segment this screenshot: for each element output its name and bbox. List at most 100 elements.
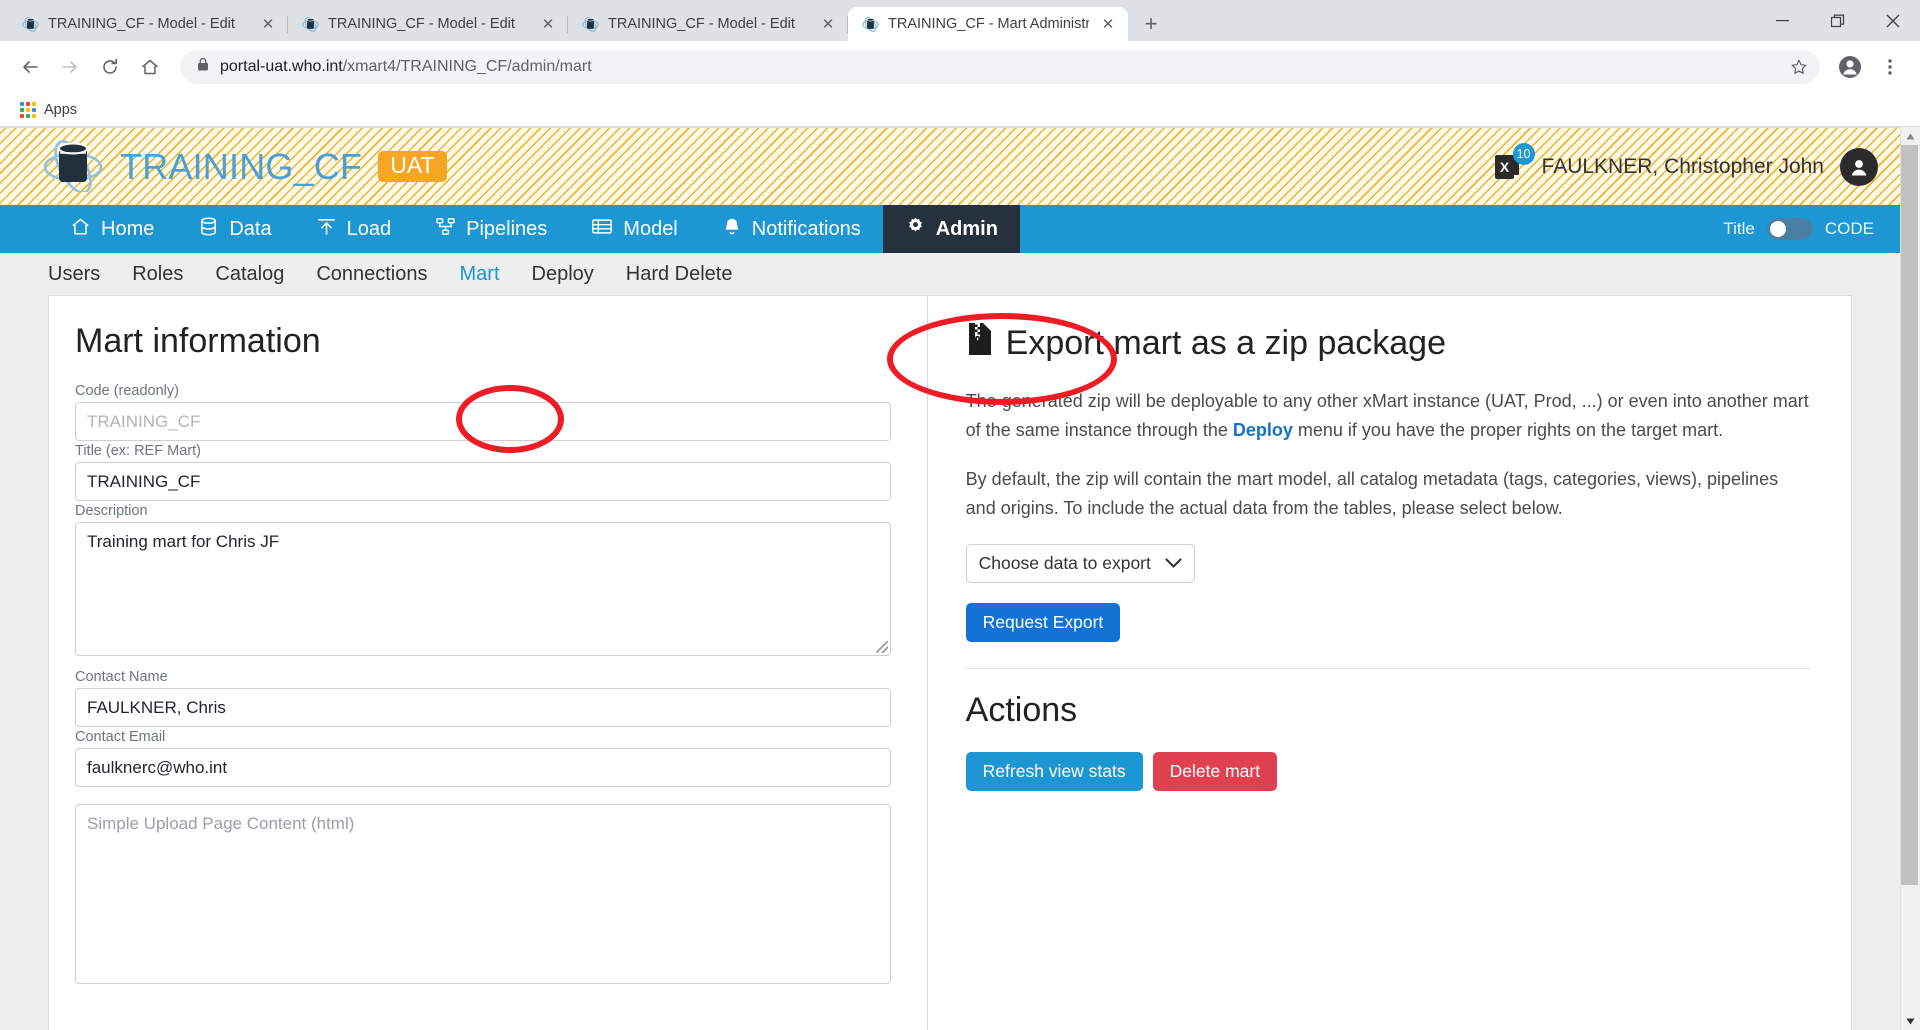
toggle-label-code: CODE (1824, 219, 1874, 238)
scrollbar-track[interactable] (1900, 145, 1920, 1012)
url-text: portal-uat.who.int/xmart4/TRAINING_CF/ad… (220, 57, 1776, 77)
choose-data-select[interactable]: Choose data to export (965, 543, 1195, 583)
bookmark-star-icon[interactable] (1786, 54, 1812, 80)
nav-item-pipelines[interactable]: Pipelines (413, 205, 569, 253)
table-icon (591, 216, 613, 243)
subnav-item-mart[interactable]: Mart (460, 263, 500, 286)
bookmark-apps[interactable]: Apps (14, 99, 83, 121)
upload-icon (316, 216, 337, 243)
page-viewport: TRAINING_CF UAT X 10 FAULKNER, Christoph… (0, 127, 1920, 1030)
title-input[interactable]: TRAINING_CF (75, 462, 891, 501)
excel-export-icon[interactable]: X 10 (1492, 142, 1535, 184)
nav-item-home[interactable]: Home (48, 205, 176, 253)
back-button[interactable] (12, 49, 48, 85)
close-window-button[interactable] (1865, 0, 1920, 41)
page-scrollbar[interactable] (1900, 127, 1920, 1030)
bookmark-label: Apps (44, 101, 78, 118)
description-textarea[interactable]: Training mart for Chris JF (75, 522, 891, 656)
browser-menu-button[interactable] (1872, 49, 1908, 85)
export-title-text: Export mart as a zip package (1005, 324, 1446, 362)
browser-tab[interactable]: TRAINING_CF - Model - Edit ✕ (8, 7, 288, 41)
xmart-favicon (862, 16, 879, 33)
nav-item-data[interactable]: Data (176, 205, 293, 253)
field-label-code: Code (readonly) (75, 383, 179, 399)
nav-label: Load (346, 217, 392, 240)
field-label-contact-email: Contact Email (75, 729, 166, 745)
address-bar[interactable]: portal-uat.who.int/xmart4/TRAINING_CF/ad… (180, 49, 1820, 84)
tab-title: TRAINING_CF - Model - Edit (48, 15, 235, 32)
maximize-restore-button[interactable] (1810, 0, 1865, 41)
zip-file-icon (966, 322, 994, 365)
export-panel: Export mart as a zip package The generat… (928, 296, 1851, 1030)
lock-icon (196, 57, 210, 77)
nav-label: Notifications (751, 217, 861, 240)
subnav-item-roles[interactable]: Roles (132, 263, 183, 286)
nav-item-notifications[interactable]: Notifications (700, 205, 883, 253)
xmart-app: TRAINING_CF UAT X 10 FAULKNER, Christoph… (0, 127, 1900, 1030)
request-export-button[interactable]: Request Export (965, 602, 1121, 642)
window-controls (1755, 0, 1920, 41)
scroll-up-arrow-icon[interactable] (1901, 127, 1920, 145)
actions-title: Actions (965, 690, 1078, 729)
pipeline-icon (435, 216, 456, 243)
subnav-item-users[interactable]: Users (48, 263, 100, 286)
header-user-area: X 10 FAULKNER, Christopher John (1492, 142, 1878, 186)
textarea-resize-handle[interactable] (875, 641, 888, 653)
nav-item-load[interactable]: Load (294, 205, 414, 253)
browser-tab[interactable]: TRAINING_CF - Model - Edit ✕ (568, 7, 848, 41)
tab-close-icon[interactable]: ✕ (538, 14, 558, 34)
nav-label: Admin (935, 217, 998, 240)
export-paragraph-1: The generated zip will be deployable to … (966, 387, 1811, 445)
svg-text:X: X (1499, 159, 1509, 175)
database-icon (198, 216, 219, 243)
delete-mart-button[interactable]: Delete mart (1152, 751, 1278, 791)
section-divider (965, 667, 1811, 669)
nav-label: Model (623, 217, 678, 240)
home-button[interactable] (132, 49, 168, 85)
subnav-item-catalog[interactable]: Catalog (215, 263, 284, 286)
url-host: portal-uat.who.int (220, 57, 343, 75)
nav-item-model[interactable]: Model (569, 205, 699, 253)
tab-close-icon[interactable]: ✕ (818, 14, 838, 34)
home-icon (70, 216, 91, 243)
scrollbar-thumb[interactable] (1900, 145, 1918, 885)
subnav-item-connections[interactable]: Connections (316, 263, 427, 286)
export-section-title: Export mart as a zip package (966, 322, 1811, 365)
subnav-item-deploy[interactable]: Deploy (532, 263, 594, 286)
scroll-down-arrow-icon[interactable] (1901, 1012, 1920, 1030)
choose-data-select-label: Choose data to export (978, 552, 1151, 573)
xmart-favicon (302, 16, 319, 33)
toggle-knob (1769, 221, 1786, 237)
subnav-item-hard-delete[interactable]: Hard Delete (626, 263, 733, 286)
browser-tabstrip: TRAINING_CF - Model - Edit ✕ TRAINING_CF… (0, 0, 1920, 41)
xmart-logo-icon (42, 136, 104, 197)
reload-button[interactable] (92, 49, 128, 85)
nav-item-admin[interactable]: Admin (882, 205, 1020, 253)
contact-name-input[interactable]: FAULKNER, Chris (75, 688, 891, 727)
title-code-toggle[interactable] (1766, 218, 1813, 240)
tab-title: TRAINING_CF - Model - Edit (328, 15, 515, 32)
new-tab-button[interactable]: + (1134, 7, 1168, 41)
deploy-link[interactable]: Deploy (1233, 420, 1293, 440)
browser-tab-active[interactable]: TRAINING_CF - Mart Administrati ✕ (848, 7, 1128, 41)
minimize-button[interactable] (1755, 0, 1810, 41)
mart-information-panel: Mart information Code (readonly) TRAININ… (49, 296, 928, 1030)
contact-email-input[interactable]: faulknerc@who.int (75, 748, 891, 787)
upload-page-textarea[interactable]: Simple Upload Page Content (html) (75, 804, 891, 984)
nav-label: Home (101, 217, 155, 240)
tab-title: TRAINING_CF - Model - Edit (608, 15, 795, 32)
browser-window: TRAINING_CF - Model - Edit ✕ TRAINING_CF… (0, 0, 1920, 1030)
admin-subnavigation: Users Roles Catalog Connections Mart Dep… (0, 253, 1900, 295)
avatar[interactable] (1840, 147, 1878, 186)
tab-close-icon[interactable]: ✕ (1098, 14, 1118, 34)
bell-icon (722, 216, 742, 243)
forward-button[interactable] (52, 49, 88, 85)
brand-block: TRAINING_CF UAT (42, 136, 447, 197)
gear-icon (905, 216, 926, 243)
profile-avatar-button[interactable] (1832, 49, 1868, 85)
tab-close-icon[interactable]: ✕ (258, 14, 278, 34)
code-input: TRAINING_CF (75, 402, 891, 441)
browser-tab[interactable]: TRAINING_CF - Model - Edit ✕ (288, 7, 568, 41)
export-paragraph-2: By default, the zip will contain the mar… (965, 469, 1779, 519)
refresh-view-stats-button[interactable]: Refresh view stats (965, 751, 1143, 791)
